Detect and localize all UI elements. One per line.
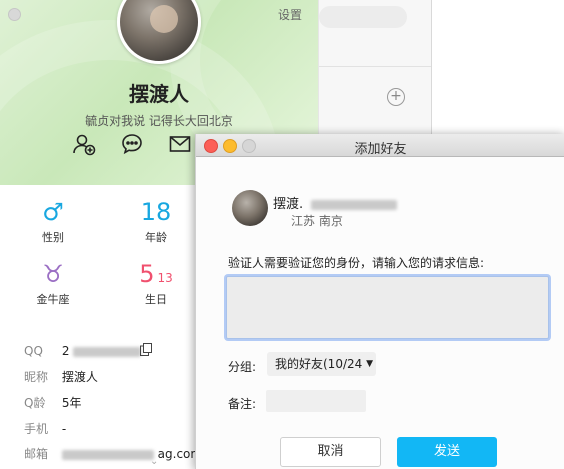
birthday-month: 5 bbox=[139, 260, 155, 288]
request-message-input[interactable] bbox=[226, 276, 549, 339]
dialog-body: 摆渡. 江苏 南京 验证人需要验证您的身份，请输入您的请求信息: 分组: 我的好… bbox=[196, 157, 564, 469]
info-key: 昵称 bbox=[24, 370, 49, 384]
chat-icon[interactable] bbox=[120, 132, 144, 156]
stat-birthday: 5 13 生日 bbox=[121, 259, 191, 307]
send-button[interactable]: 发送 bbox=[397, 437, 497, 467]
note-label: 备注: bbox=[228, 397, 257, 411]
profile-name: 摆渡人 bbox=[129, 82, 189, 106]
birthday-day: 13 bbox=[157, 271, 173, 285]
group-label: 分组: bbox=[228, 360, 257, 374]
friend-name-text: 摆渡. bbox=[273, 197, 304, 212]
dialog-title: 添加好友 bbox=[354, 142, 407, 157]
info-key: 邮箱 bbox=[24, 447, 49, 461]
add-friend-dialog: 添加好友 摆渡. 江苏 南京 验证人需要验证您的身份，请输入您的请求信息: 分组… bbox=[195, 134, 564, 469]
stat-label: 生日 bbox=[145, 293, 167, 306]
stat-label: 年龄 bbox=[145, 231, 167, 244]
info-row-email: 邮箱 ag.com bbox=[24, 445, 202, 462]
note-input[interactable] bbox=[266, 390, 366, 412]
cancel-button[interactable]: 取消 bbox=[280, 437, 381, 467]
dialog-titlebar[interactable]: 添加好友 bbox=[196, 134, 564, 157]
info-key: 手机 bbox=[24, 422, 49, 436]
friend-avatar bbox=[232, 190, 268, 226]
group-select-value: 我的好友(10/24 bbox=[275, 357, 363, 371]
age-value: 18 bbox=[140, 198, 172, 226]
friend-location: 江苏 南京 bbox=[291, 214, 343, 228]
info-row-phone: 手机 - bbox=[24, 420, 66, 437]
dropdown-arrow-icon: ▼ bbox=[366, 359, 373, 369]
redacted-value bbox=[311, 199, 398, 210]
stat-label: 金牛座 bbox=[36, 293, 70, 306]
settings-link[interactable]: 设置 bbox=[278, 6, 302, 23]
male-icon: ♂ bbox=[42, 198, 64, 226]
divider bbox=[319, 66, 431, 67]
copy-icon[interactable] bbox=[140, 341, 152, 356]
info-row-nickname: 昵称 摆渡人 bbox=[24, 368, 98, 385]
add-icon[interactable]: + bbox=[387, 88, 405, 106]
mail-icon[interactable] bbox=[168, 132, 192, 156]
taurus-icon: ♉ bbox=[42, 260, 64, 288]
info-value: 5年 bbox=[61, 396, 82, 410]
redacted-value bbox=[73, 346, 142, 357]
window-close-dot[interactable] bbox=[8, 8, 21, 21]
stat-gender: ♂ 性别 bbox=[18, 197, 88, 245]
friend-name: 摆渡. bbox=[273, 193, 398, 212]
search-input[interactable] bbox=[319, 6, 407, 28]
profile-signature: 毓贞对我说 记得长大回北京 bbox=[85, 114, 233, 128]
chevron-down-icon[interactable]: ⌄ bbox=[150, 456, 162, 467]
stat-label: 性别 bbox=[42, 231, 64, 244]
info-value: 2 bbox=[61, 344, 70, 358]
stat-zodiac: ♉ 金牛座 bbox=[18, 259, 88, 307]
stat-age: 18 年龄 bbox=[121, 197, 191, 245]
info-key: Q龄 bbox=[24, 396, 46, 410]
redacted-value bbox=[61, 449, 154, 460]
group-select[interactable]: 我的好友(10/24 ▼ bbox=[267, 352, 376, 376]
verification-prompt: 验证人需要验证您的身份，请输入您的请求信息: bbox=[228, 256, 485, 270]
info-key: QQ bbox=[24, 344, 43, 358]
info-row-qq: QQ 2 bbox=[24, 344, 142, 358]
add-friend-icon[interactable] bbox=[72, 132, 96, 156]
info-row-qage: Q龄 5年 bbox=[24, 394, 81, 411]
info-value: - bbox=[61, 422, 67, 436]
info-value: 摆渡人 bbox=[61, 370, 98, 384]
